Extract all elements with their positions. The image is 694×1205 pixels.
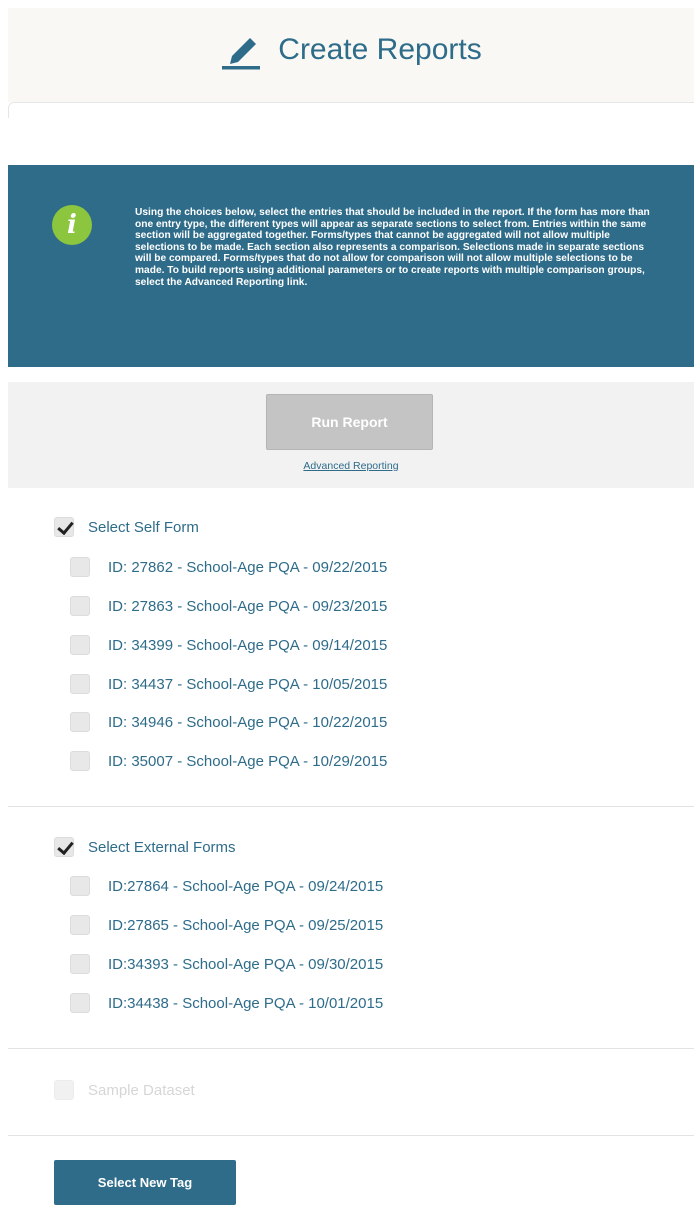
entry-label: ID: 34946 - School-Age PQA - 10/22/2015 bbox=[108, 713, 388, 731]
run-report-button[interactable]: Run Report bbox=[266, 394, 433, 450]
entry-checkbox[interactable] bbox=[70, 954, 90, 974]
info-text: Using the choices below, select the entr… bbox=[135, 207, 650, 288]
sample-dataset-option: Sample Dataset bbox=[54, 1080, 195, 1100]
entry-checkbox[interactable] bbox=[70, 557, 90, 577]
list-item[interactable]: ID:27864 - School-Age PQA - 09/24/2015 bbox=[70, 876, 383, 896]
entry-label: ID: 34437 - School-Age PQA - 10/05/2015 bbox=[108, 675, 388, 693]
list-item[interactable]: ID: 34946 - School-Age PQA - 10/22/2015 bbox=[70, 712, 387, 732]
list-item[interactable]: ID: 35007 - School-Age PQA - 10/29/2015 bbox=[70, 751, 387, 771]
section-divider bbox=[8, 806, 694, 807]
entry-checkbox[interactable] bbox=[70, 712, 90, 732]
entry-label: ID: 35007 - School-Age PQA - 10/29/2015 bbox=[108, 752, 388, 770]
entry-checkbox[interactable] bbox=[70, 993, 90, 1013]
entry-label: ID: 27863 - School-Age PQA - 09/23/2015 bbox=[108, 597, 388, 615]
list-item[interactable]: ID: 34437 - School-Age PQA - 10/05/2015 bbox=[70, 674, 387, 694]
entry-label: ID:34393 - School-Age PQA - 09/30/2015 bbox=[108, 955, 384, 973]
section-divider bbox=[8, 1135, 694, 1136]
advanced-reporting-link[interactable]: Advanced Reporting bbox=[8, 460, 694, 472]
entry-checkbox[interactable] bbox=[70, 876, 90, 896]
list-item[interactable]: ID: 27863 - School-Age PQA - 09/23/2015 bbox=[70, 596, 387, 616]
entry-checkbox[interactable] bbox=[70, 915, 90, 935]
list-item[interactable]: ID:27865 - School-Age PQA - 09/25/2015 bbox=[70, 915, 383, 935]
entry-checkbox[interactable] bbox=[70, 674, 90, 694]
list-item[interactable]: ID: 27862 - School-Age PQA - 09/22/2015 bbox=[70, 557, 387, 577]
section-divider bbox=[8, 1048, 694, 1049]
select-new-tag-button[interactable]: Select New Tag bbox=[54, 1160, 236, 1205]
entry-label: ID:27864 - School-Age PQA - 09/24/2015 bbox=[108, 877, 384, 895]
page-header: Create Reports bbox=[8, 8, 694, 102]
self-form-label: Select Self Form bbox=[88, 518, 199, 536]
external-forms-section-header[interactable]: Select External Forms bbox=[54, 837, 236, 857]
run-report-area: Run Report Advanced Reporting bbox=[8, 382, 694, 488]
entry-label: ID:34438 - School-Age PQA - 10/01/2015 bbox=[108, 994, 384, 1012]
self-form-checkbox[interactable] bbox=[54, 517, 74, 537]
sample-dataset-checkbox bbox=[54, 1080, 74, 1100]
entry-label: ID: 34399 - School-Age PQA - 09/14/2015 bbox=[108, 636, 388, 654]
info-icon: i bbox=[52, 205, 92, 245]
list-item[interactable]: ID:34393 - School-Age PQA - 09/30/2015 bbox=[70, 954, 383, 974]
entry-checkbox[interactable] bbox=[70, 635, 90, 655]
pencil-icon bbox=[222, 38, 261, 70]
external-forms-checkbox[interactable] bbox=[54, 837, 74, 857]
entry-checkbox[interactable] bbox=[70, 596, 90, 616]
page-title: Create Reports bbox=[278, 33, 482, 66]
external-forms-label: Select External Forms bbox=[88, 838, 236, 856]
entry-label: ID:27865 - School-Age PQA - 09/25/2015 bbox=[108, 916, 384, 934]
entry-checkbox[interactable] bbox=[70, 751, 90, 771]
header-title-group: Create Reports bbox=[220, 30, 482, 70]
entry-label: ID: 27862 - School-Age PQA - 09/22/2015 bbox=[108, 558, 388, 576]
sample-dataset-label: Sample Dataset bbox=[88, 1081, 195, 1099]
self-form-section-header[interactable]: Select Self Form bbox=[54, 517, 199, 537]
list-item[interactable]: ID: 34399 - School-Age PQA - 09/14/2015 bbox=[70, 635, 387, 655]
info-panel: i Using the choices below, select the en… bbox=[8, 165, 694, 367]
list-item[interactable]: ID:34438 - School-Age PQA - 10/01/2015 bbox=[70, 993, 383, 1013]
content-card-edge bbox=[8, 102, 694, 118]
